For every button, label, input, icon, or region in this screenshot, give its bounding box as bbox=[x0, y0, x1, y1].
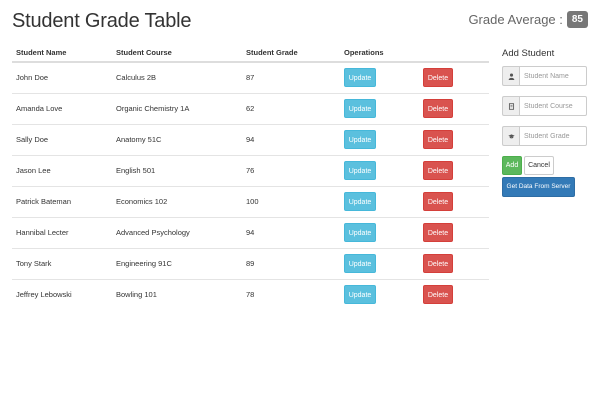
cell-student-course: Advanced Psychology bbox=[112, 216, 242, 248]
cell-student-course: English 501 bbox=[112, 154, 242, 186]
cell-delete: Delete bbox=[419, 278, 489, 310]
cell-student-name: Tony Stark bbox=[12, 247, 112, 279]
delete-button[interactable]: Delete bbox=[423, 68, 453, 88]
grade-table: Student Name Student Course Student Grad… bbox=[12, 44, 489, 310]
cell-delete: Delete bbox=[419, 92, 489, 124]
update-button[interactable]: Update bbox=[344, 285, 376, 305]
cell-student-course: Anatomy 51C bbox=[112, 123, 242, 155]
table-row: Jeffrey Lebowski Bowling 101 78 Update Delet… bbox=[12, 278, 489, 310]
grade-average-label: Grade Average : bbox=[468, 12, 563, 27]
user-icon bbox=[502, 66, 519, 86]
cell-delete: Delete bbox=[419, 185, 489, 217]
table-row: Sally Doe Anatomy 51C 94 Update Delete bbox=[12, 123, 489, 155]
cell-update: Update bbox=[340, 185, 419, 217]
page-title: Student Grade Table bbox=[12, 10, 192, 32]
table-header-row: Student Name Student Course Student Grad… bbox=[12, 44, 489, 63]
cell-delete: Delete bbox=[419, 123, 489, 155]
cell-student-course: Bowling 101 bbox=[112, 278, 242, 310]
cell-student-course: Organic Chemistry 1A bbox=[112, 92, 242, 124]
header-student-name: Student Name bbox=[12, 44, 112, 63]
update-button[interactable]: Update bbox=[344, 254, 376, 273]
cell-student-name: Hannibal Lecter bbox=[12, 216, 112, 248]
delete-button[interactable]: Delete bbox=[423, 130, 453, 149]
student-grade-input[interactable] bbox=[519, 126, 587, 146]
table-row: Tony Stark Engineering 91C 89 Update Delete bbox=[12, 247, 489, 279]
cell-delete: Delete bbox=[419, 216, 489, 248]
table-body: John Doe Calculus 2B 87 Update Delete Amanda … bbox=[12, 62, 489, 310]
table-row: John Doe Calculus 2B 87 Update Delete bbox=[12, 62, 489, 93]
update-button[interactable]: Update bbox=[344, 99, 376, 118]
cell-update: Update bbox=[340, 216, 419, 248]
grade-average-badge: 85 bbox=[566, 11, 588, 28]
update-button[interactable]: Update bbox=[344, 192, 376, 211]
header-student-grade: Student Grade bbox=[242, 44, 340, 63]
cell-student-grade: 76 bbox=[242, 154, 340, 186]
grade-table-container: Student Name Student Course Student Grad… bbox=[12, 44, 489, 310]
cell-student-grade: 100 bbox=[242, 185, 340, 217]
book-icon bbox=[502, 96, 519, 116]
student-grade-group bbox=[502, 126, 587, 146]
cell-update: Update bbox=[340, 123, 419, 155]
add-student-panel: Add Student Add Cancel Get Data From Ser… bbox=[502, 48, 592, 197]
cell-update: Update bbox=[340, 62, 419, 93]
student-name-group bbox=[502, 66, 587, 86]
graduation-cap-icon bbox=[502, 126, 519, 146]
cell-student-grade: 87 bbox=[246, 73, 255, 83]
cell-delete: Delete bbox=[419, 247, 489, 279]
delete-button[interactable]: Delete bbox=[423, 161, 453, 180]
cell-student-name: John Doe bbox=[16, 73, 49, 83]
delete-button[interactable]: Delete bbox=[423, 223, 453, 242]
cell-student-name: Sally Doe bbox=[12, 123, 112, 155]
update-button[interactable]: Update bbox=[344, 130, 376, 149]
cell-student-course: Calculus 2B bbox=[116, 73, 157, 83]
cancel-button[interactable]: Cancel bbox=[524, 156, 554, 175]
cell-student-grade: 62 bbox=[242, 92, 340, 124]
cell-student-name: Amanda Love bbox=[12, 92, 112, 124]
form-button-row: Add Cancel bbox=[502, 156, 592, 175]
cell-student-name: Jeffrey Lebowski bbox=[12, 278, 112, 310]
cell-student-course: Economics 102 bbox=[112, 185, 242, 217]
header-operations: Operations bbox=[340, 44, 419, 63]
grade-average: Grade Average : 85 bbox=[468, 11, 588, 28]
cell-delete: Delete bbox=[419, 154, 489, 186]
table-row: Jason Lee English 501 76 Update Delete bbox=[12, 154, 489, 186]
update-button[interactable]: Update bbox=[344, 68, 376, 88]
update-button[interactable]: Update bbox=[344, 223, 376, 242]
add-button[interactable]: Add bbox=[502, 156, 522, 175]
cell-student-name: Jason Lee bbox=[12, 154, 112, 186]
cell-delete: Delete bbox=[419, 62, 489, 93]
delete-button[interactable]: Delete bbox=[423, 99, 453, 118]
header-spacer bbox=[419, 44, 489, 63]
table-row: Hannibal Lecter Advanced Psychology 94 Upda… bbox=[12, 216, 489, 248]
cell-student-course: Engineering 91C bbox=[112, 247, 242, 279]
delete-button[interactable]: Delete bbox=[423, 254, 453, 273]
add-student-title: Add Student bbox=[502, 48, 555, 59]
update-button[interactable]: Update bbox=[344, 161, 376, 180]
get-data-from-server-button[interactable]: Get Data From Server bbox=[502, 177, 575, 197]
table-row: Amanda Love Organic Chemistry 1A 62 Update D… bbox=[12, 92, 489, 124]
cell-update: Update bbox=[340, 92, 419, 124]
table-row: Patrick Bateman Economics 102 100 Update Del… bbox=[12, 185, 489, 217]
student-name-input[interactable] bbox=[519, 66, 587, 86]
cell-student-grade: 89 bbox=[242, 247, 340, 279]
cell-student-grade: 78 bbox=[242, 278, 340, 310]
cell-update: Update bbox=[340, 278, 419, 310]
cell-student-grade: 94 bbox=[242, 216, 340, 248]
cell-update: Update bbox=[340, 154, 419, 186]
header-student-course: Student Course bbox=[112, 44, 242, 63]
student-course-group bbox=[502, 96, 587, 116]
student-course-input[interactable] bbox=[519, 96, 587, 116]
cell-student-grade: 94 bbox=[242, 123, 340, 155]
cell-student-name: Patrick Bateman bbox=[12, 185, 112, 217]
delete-button[interactable]: Delete bbox=[423, 192, 453, 211]
delete-button[interactable]: Delete bbox=[423, 285, 453, 305]
page: Student Grade Table Grade Average : 85 S… bbox=[0, 0, 600, 400]
cell-update: Update bbox=[340, 247, 419, 279]
